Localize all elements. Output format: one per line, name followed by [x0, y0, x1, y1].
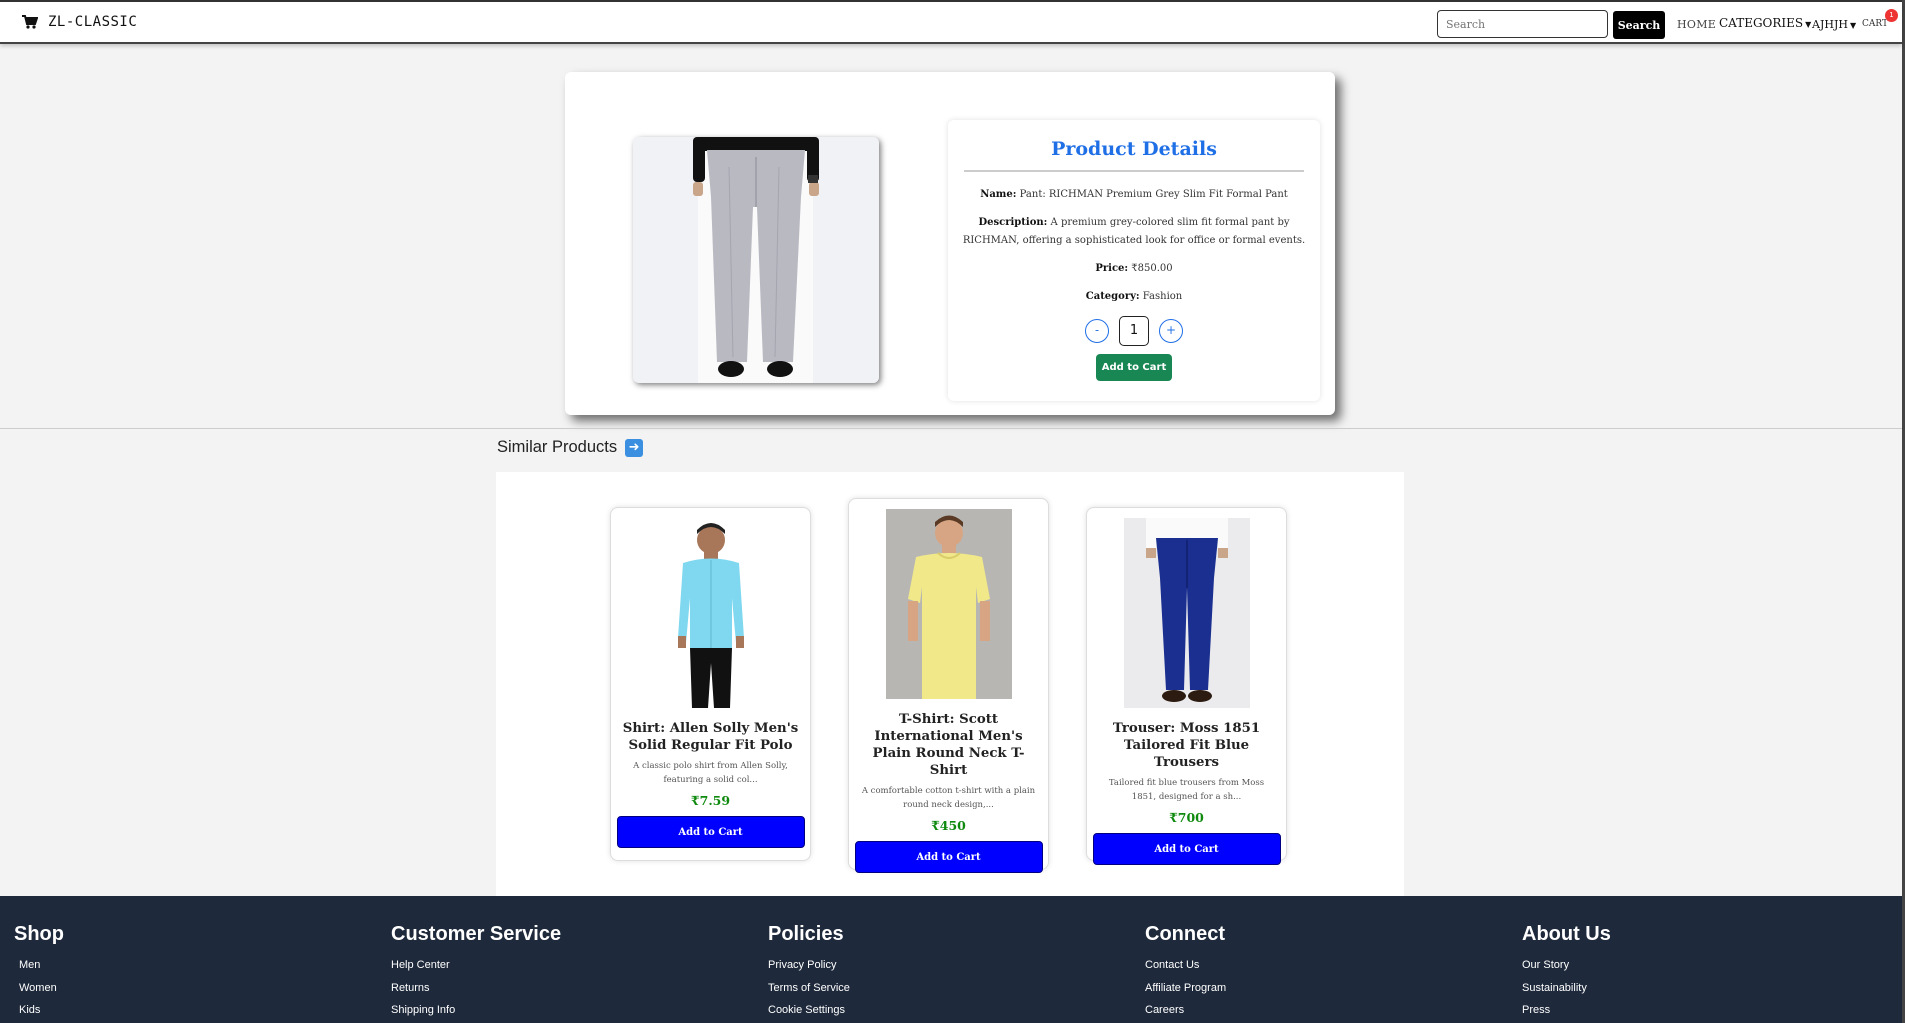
- similar-product-name[interactable]: Trouser: Moss 1851 Tailored Fit Blue Tro…: [1095, 720, 1278, 771]
- footer-link[interactable]: Terms of Service: [768, 977, 850, 1000]
- footer-column-policies: Policies Privacy Policy Terms of Service…: [768, 923, 850, 1022]
- product-category-value: Fashion: [1142, 291, 1183, 302]
- product-description-label: Description:: [978, 217, 1048, 228]
- cart-count-badge: 1: [1885, 9, 1898, 22]
- footer-heading: About Us: [1522, 923, 1611, 945]
- brand-name: ZL-CLASSIC: [48, 14, 138, 30]
- quantity-increment-button[interactable]: +: [1159, 319, 1183, 343]
- search-input[interactable]: [1437, 10, 1608, 38]
- search-button[interactable]: Search: [1613, 11, 1665, 39]
- footer-link[interactable]: Shipping Info: [391, 999, 561, 1022]
- similar-product-price: ₹700: [1169, 810, 1204, 825]
- similar-add-to-cart-button[interactable]: Add to Cart: [616, 816, 805, 848]
- similar-product-name[interactable]: Shirt: Allen Solly Men's Solid Regular F…: [619, 720, 802, 754]
- shopping-cart-icon: [22, 15, 38, 29]
- footer-column-about-us: About Us Our Story Sustainability Press: [1522, 923, 1611, 1022]
- similar-product-card[interactable]: Trouser: Moss 1851 Tailored Fit Blue Tro…: [1086, 507, 1287, 865]
- similar-products-heading: Similar Products ➜: [497, 438, 644, 457]
- product-category-label: Category:: [1085, 291, 1140, 302]
- nav-user-label: AJHJH: [1812, 18, 1848, 31]
- similar-product-description: Tailored fit blue trousers from Moss 185…: [1108, 778, 1265, 802]
- similar-products-panel: Shirt: Allen Solly Men's Solid Regular F…: [496, 472, 1404, 896]
- chevron-down-icon: ▼: [1849, 21, 1857, 30]
- footer-column-connect: Connect Contact Us Affiliate Program Car…: [1145, 923, 1226, 1022]
- nav-user-dropdown[interactable]: AJHJH ▼: [1812, 18, 1856, 31]
- product-image: [633, 137, 879, 383]
- footer-link[interactable]: Women: [19, 977, 64, 1000]
- similar-products-title: Similar Products: [497, 438, 618, 456]
- footer-link[interactable]: Careers: [1145, 999, 1226, 1022]
- product-card: Product Details Name: Pant: RICHMAN Prem…: [565, 72, 1335, 415]
- similar-product-description: A comfortable cotton t-shirt with a plai…: [861, 786, 1036, 810]
- quantity-input[interactable]: 1: [1119, 316, 1149, 346]
- similar-add-to-cart-button[interactable]: Add to Cart: [1092, 833, 1281, 865]
- footer-link[interactable]: Sustainability: [1522, 977, 1611, 1000]
- footer-link[interactable]: Returns: [391, 977, 561, 1000]
- quantity-stepper: - 1 +: [948, 316, 1320, 346]
- similar-product-name[interactable]: T-Shirt: Scott International Men's Plain…: [857, 711, 1040, 779]
- product-thumbnail[interactable]: [885, 509, 1012, 699]
- brand-link[interactable]: ZL-CLASSIC: [22, 14, 137, 30]
- product-description-row: Description: A premium grey-colored slim…: [959, 214, 1309, 250]
- arrow-right-icon: ➜: [625, 438, 644, 457]
- product-thumbnail[interactable]: [1123, 518, 1250, 708]
- similar-product-price: ₹7.59: [690, 793, 731, 808]
- product-name-row: Name: Pant: RICHMAN Premium Grey Slim Fi…: [948, 186, 1320, 204]
- similar-product-card[interactable]: Shirt: Allen Solly Men's Solid Regular F…: [610, 507, 811, 861]
- product-price-row: Price: ₹850.00: [948, 260, 1320, 278]
- similar-product-price: ₹450: [931, 818, 966, 833]
- footer-link[interactable]: Press: [1522, 999, 1611, 1022]
- footer-heading: Customer Service: [391, 923, 562, 945]
- nav-home-link[interactable]: HOME: [1677, 18, 1716, 31]
- product-category-row: Category: Fashion: [948, 288, 1320, 306]
- product-name-value: Pant: RICHMAN Premium Grey Slim Fit Form…: [1019, 189, 1288, 200]
- product-price-value: ₹850.00: [1131, 263, 1173, 274]
- similar-product-card[interactable]: T-Shirt: Scott International Men's Plain…: [848, 498, 1049, 873]
- similar-product-description: A classic polo shirt from Allen Solly, f…: [633, 761, 788, 785]
- footer-column-shop: Shop Men Women Kids: [14, 923, 64, 1022]
- divider: [964, 170, 1304, 172]
- product-name-label: Name:: [980, 189, 1017, 200]
- footer-link[interactable]: Privacy Policy: [768, 954, 850, 977]
- footer-heading: Shop: [14, 923, 64, 945]
- footer-link[interactable]: Cookie Settings: [768, 999, 850, 1022]
- nav-cart-link[interactable]: CART: [1862, 19, 1888, 29]
- footer-link[interactable]: Affiliate Program: [1145, 977, 1226, 1000]
- footer-link[interactable]: Help Center: [391, 954, 561, 977]
- footer-column-customer-service: Customer Service Help Center Returns Shi…: [391, 923, 561, 1022]
- nav-categories-dropdown[interactable]: CATEGORIES ▼: [1719, 16, 1811, 30]
- footer: Shop Men Women Kids Customer Service Hel…: [0, 896, 1902, 1023]
- nav-categories-label: CATEGORIES: [1719, 16, 1804, 30]
- footer-link[interactable]: Contact Us: [1145, 954, 1226, 977]
- product-price-label: Price:: [1095, 263, 1129, 274]
- product-details-box: Product Details Name: Pant: RICHMAN Prem…: [948, 120, 1320, 401]
- chevron-down-icon: ▼: [1805, 20, 1812, 29]
- quantity-decrement-button[interactable]: -: [1085, 319, 1109, 343]
- navbar: ZL-CLASSIC Search HOME CATEGORIES▼ AJHJH…: [0, 2, 1902, 44]
- add-to-cart-button[interactable]: Add to Cart: [1096, 354, 1172, 381]
- footer-link[interactable]: Kids: [19, 999, 64, 1022]
- product-details-title: Product Details: [1051, 138, 1217, 160]
- footer-heading: Connect: [1145, 923, 1225, 945]
- footer-heading: Policies: [768, 923, 844, 945]
- product-thumbnail[interactable]: [647, 518, 774, 708]
- footer-link[interactable]: Men: [19, 954, 64, 977]
- similar-add-to-cart-button[interactable]: Add to Cart: [854, 841, 1043, 873]
- section-divider: [0, 428, 1902, 429]
- footer-link[interactable]: Our Story: [1522, 954, 1611, 977]
